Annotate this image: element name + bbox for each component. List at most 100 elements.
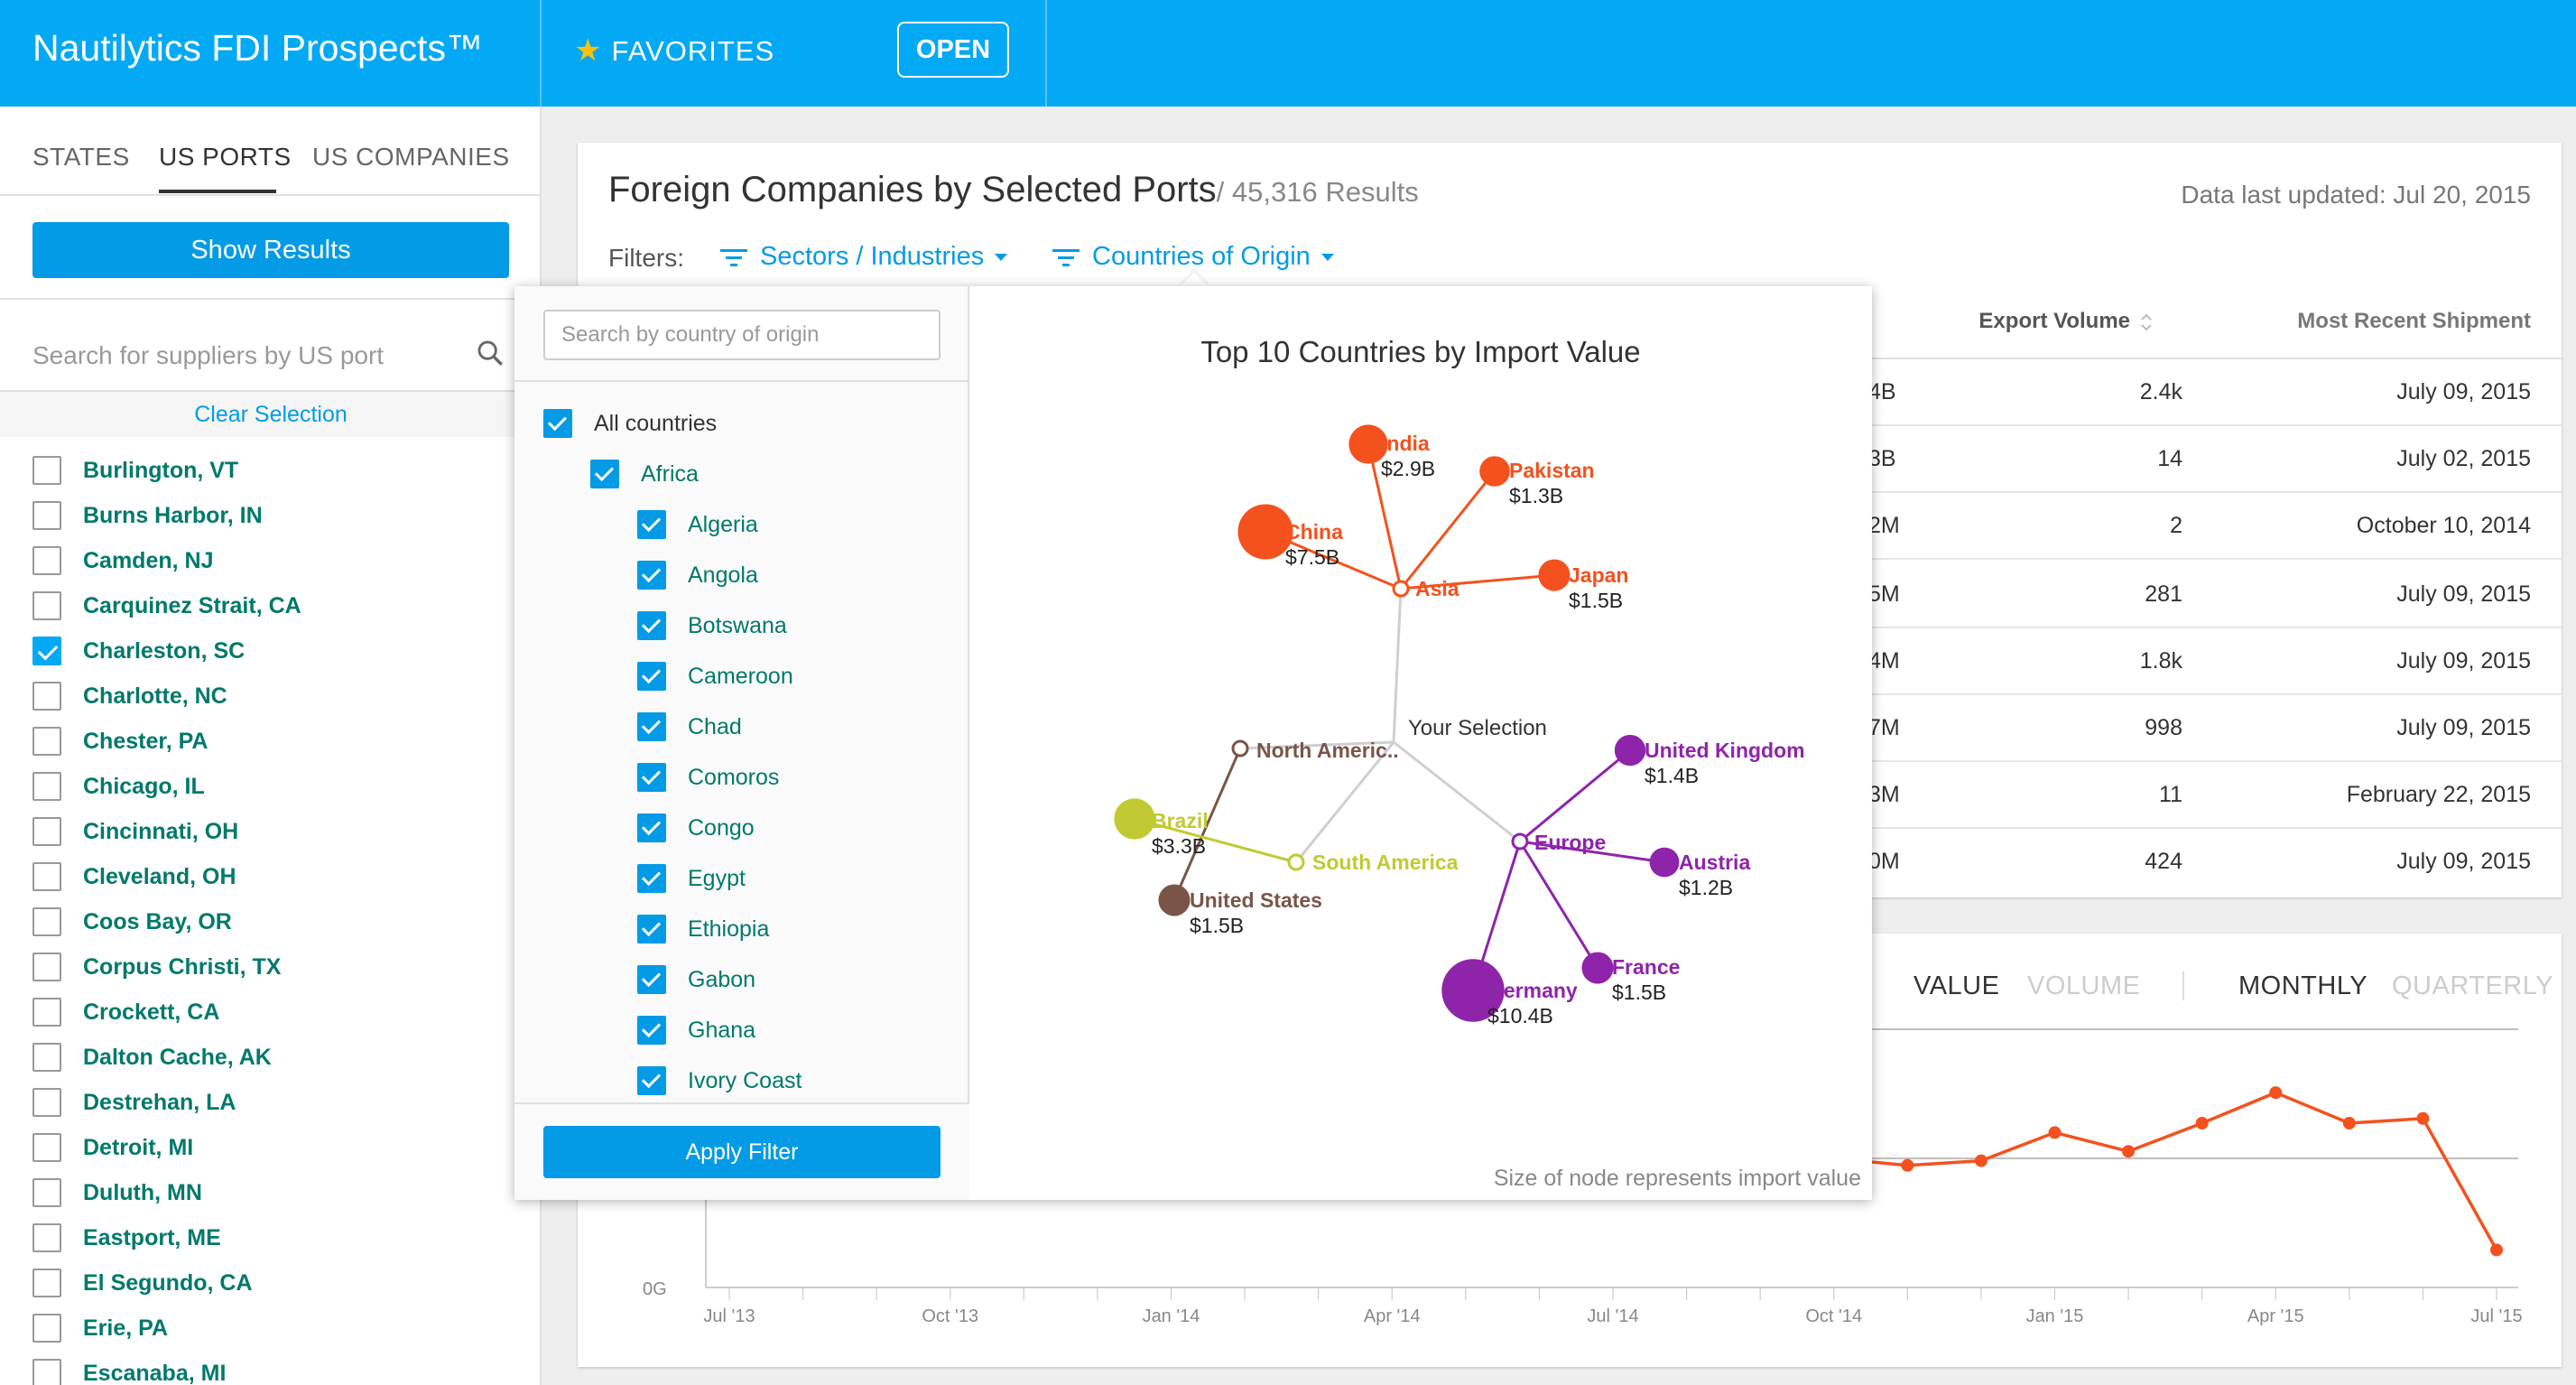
country-checkbox[interactable]	[637, 662, 666, 691]
country-list-item[interactable]: Ghana	[637, 1005, 802, 1055]
port-list-item[interactable]: Carquinez Strait, CA	[32, 583, 301, 628]
port-list-item[interactable]: Cincinnati, OH	[32, 809, 301, 854]
port-list-item[interactable]: Burns Harbor, IN	[32, 493, 301, 538]
port-checkbox[interactable]	[32, 907, 61, 936]
column-header-export-volume[interactable]: Export Volume	[1978, 309, 2154, 334]
port-checkbox[interactable]	[32, 817, 61, 846]
port-checkbox[interactable]	[32, 1043, 61, 1072]
country-checkbox[interactable]	[637, 1066, 666, 1095]
country-selector: Search by country of origin All countrie…	[514, 286, 969, 1200]
port-checkbox[interactable]	[32, 953, 61, 981]
country-list-item[interactable]: Chad	[637, 702, 802, 752]
port-list-item[interactable]: Corpus Christi, TX	[32, 944, 301, 990]
apply-filter-button[interactable]: Apply Filter	[543, 1126, 941, 1178]
x-tick-label: Jul '15	[2470, 1306, 2522, 1326]
country-checkbox[interactable]	[637, 1016, 666, 1045]
country-checkbox[interactable]	[637, 763, 666, 792]
port-checkbox[interactable]	[32, 456, 61, 485]
port-checkbox[interactable]	[32, 772, 61, 801]
port-list-item[interactable]: Dalton Cache, AK	[32, 1035, 301, 1080]
port-list-item[interactable]: Burlington, VT	[32, 448, 301, 493]
port-checkbox[interactable]	[32, 998, 61, 1027]
country-checkbox[interactable]	[637, 915, 666, 943]
country-list-item[interactable]: Africa	[590, 449, 802, 499]
port-list-item[interactable]: El Segundo, CA	[32, 1260, 301, 1306]
port-checkbox[interactable]	[32, 727, 61, 756]
port-checkbox[interactable]	[32, 591, 61, 620]
filter-icon	[720, 249, 747, 267]
port-checkbox[interactable]	[32, 1223, 61, 1252]
country-list-item[interactable]: Ivory Coast	[637, 1055, 802, 1106]
port-checkbox[interactable]	[32, 1359, 61, 1385]
country-checkbox[interactable]	[637, 965, 666, 994]
app-title[interactable]: Nautilytics FDI Prospects™	[32, 27, 483, 70]
quarterly-toggle[interactable]: QUARTERLY	[2392, 971, 2553, 1001]
port-list-item[interactable]: Eastport, ME	[32, 1215, 301, 1260]
port-checkbox[interactable]	[32, 1088, 61, 1117]
country-checkbox[interactable]	[637, 864, 666, 893]
country-list-item[interactable]: Congo	[637, 803, 802, 853]
port-list-item[interactable]: Crockett, CA	[32, 990, 301, 1035]
country-list-item[interactable]: Botswana	[637, 600, 802, 651]
port-list-item[interactable]: Charleston, SC	[32, 628, 301, 674]
volume-toggle[interactable]: VOLUME	[2027, 971, 2140, 1001]
port-list-item[interactable]: Erie, PA	[32, 1306, 301, 1351]
tab-states[interactable]: STATES	[32, 143, 130, 172]
country-checkbox[interactable]	[590, 460, 619, 488]
port-checkbox[interactable]	[32, 501, 61, 530]
value-toggle[interactable]: VALUE	[1913, 971, 1999, 1001]
port-list-item[interactable]: Coos Bay, OR	[32, 899, 301, 944]
country-checkbox[interactable]	[637, 813, 666, 842]
country-checkbox[interactable]	[637, 611, 666, 640]
port-list-item[interactable]: Camden, NJ	[32, 538, 301, 583]
port-checkbox[interactable]	[32, 1314, 61, 1343]
port-label: Burns Harbor, IN	[83, 502, 263, 528]
port-checkbox[interactable]	[32, 637, 61, 665]
tab-us-ports[interactable]: US PORTS	[159, 143, 292, 172]
country-checkbox[interactable]	[637, 712, 666, 741]
country-list-item[interactable]: Angola	[637, 550, 802, 600]
country-list-item[interactable]: Egypt	[637, 853, 802, 904]
country-checkbox[interactable]	[637, 561, 666, 590]
country-list-item[interactable]: Comoros	[637, 752, 802, 803]
country-list-item[interactable]: Gabon	[637, 954, 802, 1005]
monthly-toggle[interactable]: MONTHLY	[2238, 971, 2368, 1001]
country-search-input[interactable]: Search by country of origin	[543, 310, 941, 360]
port-checkbox[interactable]	[32, 546, 61, 575]
port-list-item[interactable]: Cleveland, OH	[32, 854, 301, 899]
country-checkbox[interactable]	[543, 409, 572, 438]
port-list-item[interactable]: Charlotte, NC	[32, 674, 301, 719]
sectors-filter-button[interactable]: Sectors / Industries	[720, 242, 1008, 272]
port-checkbox[interactable]	[32, 1133, 61, 1162]
divider	[2182, 971, 2184, 1000]
column-header-most-recent-shipment[interactable]: Most Recent Shipment	[2297, 309, 2531, 334]
country-value-label: $2.9B	[1381, 457, 1435, 480]
search-icon[interactable]	[475, 338, 505, 368]
data-point	[2269, 1086, 2283, 1100]
favorites-button[interactable]: ★ FAVORITES	[574, 33, 774, 69]
country-checkbox[interactable]	[637, 510, 666, 539]
port-search-input[interactable]: Search for suppliers by US port	[32, 341, 384, 370]
port-list-item[interactable]: Destrehan, LA	[32, 1080, 301, 1125]
table-cell: 3B	[1868, 446, 1896, 471]
port-list-item[interactable]: Escanaba, MI	[32, 1351, 301, 1385]
port-checkbox[interactable]	[32, 1178, 61, 1207]
clear-selection-link[interactable]: Clear Selection	[0, 392, 540, 437]
port-list-item[interactable]: Duluth, MN	[32, 1170, 301, 1215]
port-list-item[interactable]: Chester, PA	[32, 719, 301, 764]
country-list-item[interactable]: Ethiopia	[637, 904, 802, 954]
port-checkbox[interactable]	[32, 1269, 61, 1297]
region-label: North Americ..	[1256, 739, 1399, 762]
port-checkbox[interactable]	[32, 682, 61, 711]
tab-us-companies[interactable]: US COMPANIES	[312, 143, 510, 172]
port-checkbox[interactable]	[32, 862, 61, 891]
port-list-item[interactable]: Chicago, IL	[32, 764, 301, 809]
open-button[interactable]: OPEN	[897, 22, 1009, 78]
show-results-button[interactable]: Show Results	[32, 222, 509, 278]
port-list-item[interactable]: Detroit, MI	[32, 1125, 301, 1170]
table-cell: 5M	[1868, 581, 1900, 607]
country-list-item[interactable]: Algeria	[637, 499, 802, 550]
country-list-item[interactable]: Cameroon	[637, 651, 802, 702]
country-list-item[interactable]: All countries	[543, 398, 802, 449]
countries-filter-button[interactable]: Countries of Origin	[1052, 242, 1334, 272]
